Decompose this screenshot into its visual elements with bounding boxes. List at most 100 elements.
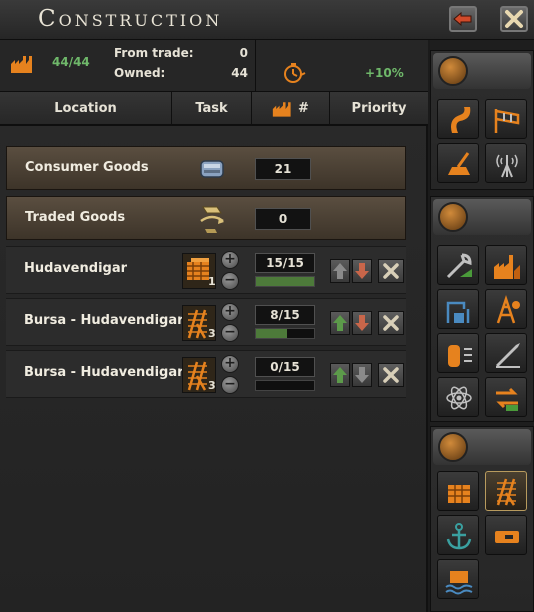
arrow-down-icon xyxy=(355,367,369,383)
cancel-project-button[interactable] xyxy=(378,363,404,387)
building-count: 1 xyxy=(208,275,216,288)
traded-goods-row: Traded Goods 0 xyxy=(6,196,406,240)
windsock-icon xyxy=(494,109,520,133)
fuel-silo-button[interactable] xyxy=(485,289,527,329)
compass-icon xyxy=(438,432,468,462)
military-factory-button[interactable] xyxy=(437,471,479,511)
summary-bar: 44/44 From trade: 0 Owned: 44 +10% xyxy=(0,40,428,92)
oil-derrick-icon xyxy=(496,295,520,324)
infrastructure-button[interactable] xyxy=(437,99,479,139)
construction-project-row[interactable]: Bursa - Hudavendigar 3 + − 8/15 xyxy=(6,298,406,346)
move-down-button[interactable] xyxy=(352,259,372,283)
civilian-factory-icon xyxy=(11,56,32,73)
atomic-research-button[interactable] xyxy=(437,377,479,417)
anti-air-button[interactable] xyxy=(437,143,479,183)
move-down-button[interactable] xyxy=(352,311,372,335)
arrow-down-icon xyxy=(355,263,369,279)
anchor-icon xyxy=(446,523,472,550)
close-icon xyxy=(383,263,399,279)
title-bar: Construction xyxy=(0,0,534,40)
cancel-project-button[interactable] xyxy=(378,259,404,283)
back-arrow-icon xyxy=(453,11,472,27)
civilian-factory-button[interactable] xyxy=(485,245,527,285)
synthetic-refinery-button[interactable] xyxy=(437,289,479,329)
building-count: 3 xyxy=(208,379,216,392)
arrow-up-icon xyxy=(333,263,347,279)
window-title: Construction xyxy=(38,6,223,32)
from-trade-value: 0 xyxy=(239,46,248,60)
task-header[interactable]: Task xyxy=(172,92,252,126)
supply-icon xyxy=(495,531,519,543)
increase-button[interactable]: + xyxy=(221,303,239,321)
factory-header-icon xyxy=(272,101,291,117)
close-icon xyxy=(505,10,523,28)
railway-button[interactable] xyxy=(485,471,527,511)
dockyard-button[interactable] xyxy=(437,245,479,285)
rocket-site-button[interactable] xyxy=(485,333,527,373)
arrow-up-icon xyxy=(333,315,347,331)
column-headers: Location Task # Priority xyxy=(0,92,428,126)
rocket-icon xyxy=(496,343,520,368)
military-factory-icon xyxy=(448,485,470,503)
radar-button[interactable] xyxy=(485,143,527,183)
harbor-icon xyxy=(445,571,473,595)
factory-summary: 44/44 From trade: 0 Owned: 44 xyxy=(0,40,256,92)
decrease-button[interactable]: − xyxy=(221,272,239,290)
close-icon xyxy=(383,367,399,383)
decrease-button[interactable]: − xyxy=(221,324,239,342)
state-buildings-tab[interactable] xyxy=(433,53,531,89)
refinery-icon xyxy=(446,301,470,323)
construction-list: Consumer Goods 21 Traded Goods 0 Hudaven… xyxy=(6,136,406,406)
progress-fill xyxy=(256,277,314,286)
close-icon xyxy=(383,315,399,331)
from-trade-label: From trade: xyxy=(114,46,194,60)
atom-icon xyxy=(446,386,472,410)
construction-speed-icon xyxy=(284,63,306,83)
progress-text: 8/15 xyxy=(255,305,315,325)
priority-header[interactable]: Priority xyxy=(330,92,428,126)
back-button[interactable] xyxy=(449,6,477,32)
supply-hub-button[interactable] xyxy=(485,515,527,555)
consumer-goods-row: Consumer Goods 21 xyxy=(6,146,406,190)
move-up-button[interactable] xyxy=(330,363,350,387)
railway-icon xyxy=(496,478,516,506)
provincial-buildings-tab[interactable] xyxy=(433,429,531,465)
construction-project-row[interactable]: Hudavendigar 1 + − 15/15 xyxy=(6,246,406,294)
owned-label: Owned: xyxy=(114,66,166,80)
industry-buildings-group xyxy=(430,196,534,422)
building-count: 3 xyxy=(208,327,216,340)
increase-button[interactable]: + xyxy=(221,355,239,373)
move-up-button[interactable] xyxy=(330,259,350,283)
nuclear-reactor-button[interactable] xyxy=(437,333,479,373)
count-header[interactable]: # xyxy=(252,92,330,126)
industry-category-icon xyxy=(438,202,468,232)
state-buildings-group xyxy=(430,50,534,190)
construction-speed-bonus: +10% xyxy=(365,66,404,80)
close-button[interactable] xyxy=(500,6,528,32)
convert-icon xyxy=(496,387,518,411)
project-location: Hudavendigar xyxy=(24,261,128,276)
industry-buildings-tab[interactable] xyxy=(433,199,531,235)
project-location: Bursa - Hudavendigar xyxy=(24,313,184,328)
decrease-button[interactable]: − xyxy=(221,376,239,394)
move-up-button[interactable] xyxy=(330,311,350,335)
count-header-label: # xyxy=(298,101,309,116)
building-selector xyxy=(430,40,534,612)
convert-factory-button[interactable] xyxy=(485,377,527,417)
goods-name: Consumer Goods xyxy=(25,160,149,175)
location-header[interactable]: Location xyxy=(0,92,172,126)
traded-goods-icon xyxy=(200,206,224,233)
move-down-button[interactable] xyxy=(352,363,372,387)
airbase-button[interactable] xyxy=(485,99,527,139)
progress-bar xyxy=(255,276,315,287)
construction-project-row[interactable]: Bursa - Hudavendigar 3 + − 0/15 xyxy=(6,350,406,398)
cancel-project-button[interactable] xyxy=(378,311,404,335)
wrench-icon xyxy=(446,253,472,279)
increase-button[interactable]: + xyxy=(221,251,239,269)
progress-bar xyxy=(255,380,315,391)
anti-air-icon xyxy=(448,152,470,175)
floating-harbor-button[interactable] xyxy=(437,559,479,599)
road-icon xyxy=(451,107,471,133)
consumer-goods-icon xyxy=(200,160,224,178)
naval-base-button[interactable] xyxy=(437,515,479,555)
